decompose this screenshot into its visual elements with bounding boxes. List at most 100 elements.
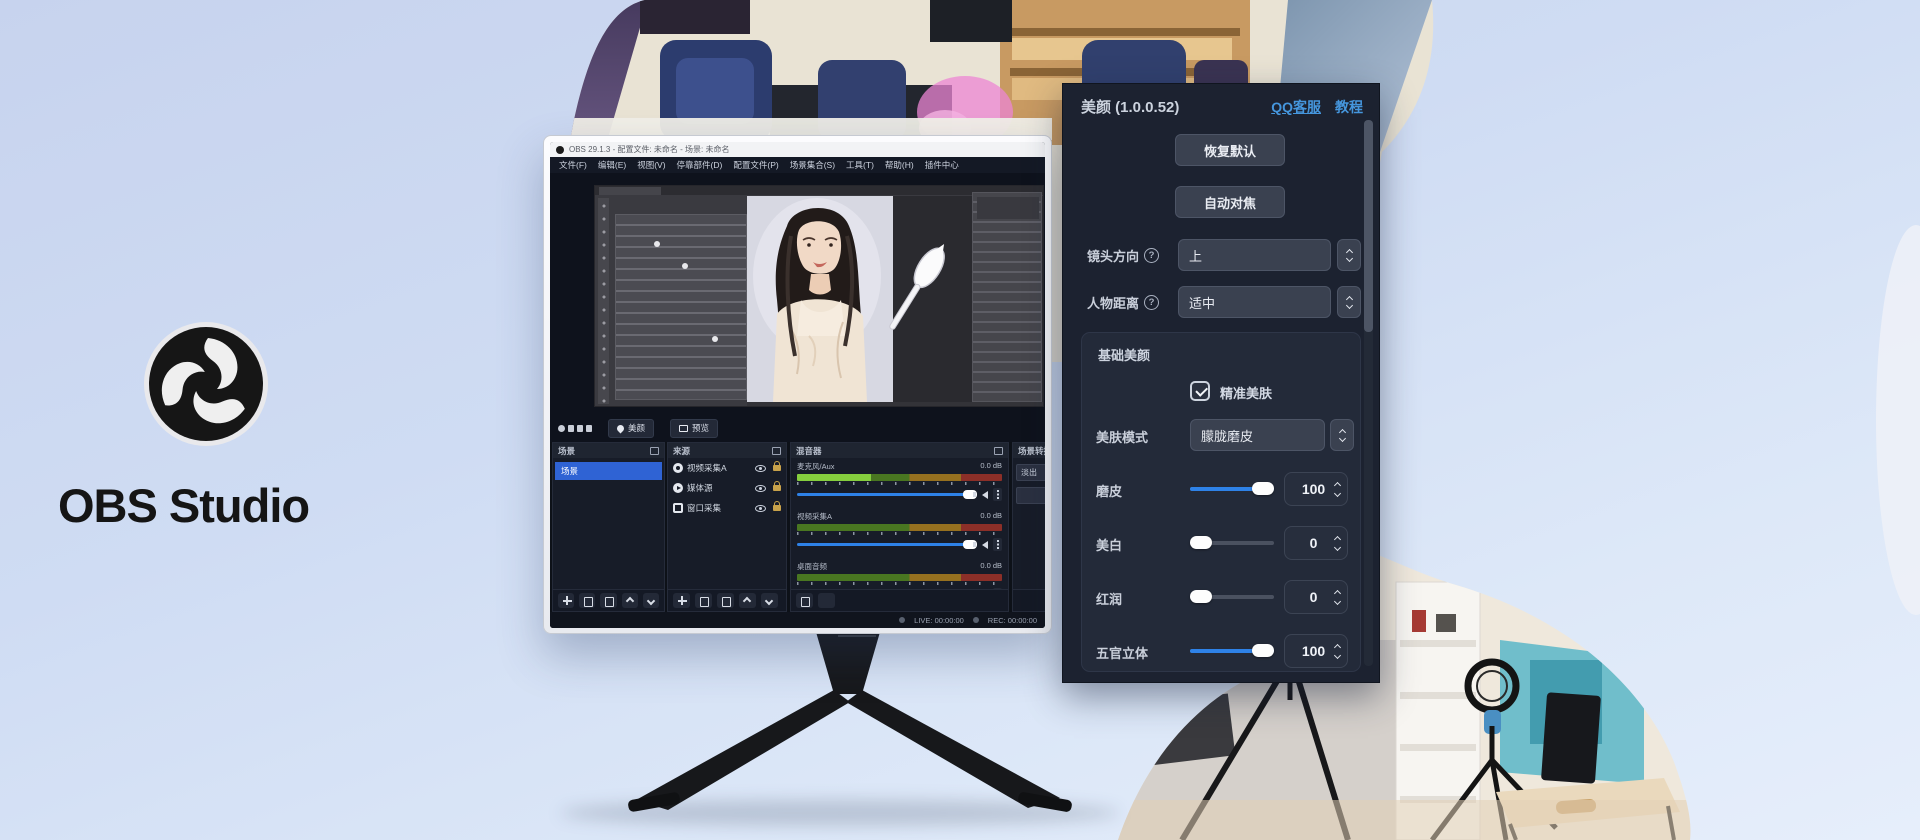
slider-handle[interactable]	[1190, 536, 1212, 549]
mixer-dock-header[interactable]: 混音器	[791, 443, 1008, 458]
panel-scrollbar-thumb[interactable]	[1364, 120, 1373, 332]
camera-direction-stepper[interactable]	[1337, 239, 1361, 271]
face-3d-stepper[interactable]: 100	[1284, 634, 1348, 668]
scene-down-button[interactable]	[643, 593, 659, 608]
subject-distance-select[interactable]: 适中	[1178, 286, 1331, 318]
scene-name: 场景	[561, 465, 578, 477]
window-capture-icon	[673, 503, 683, 513]
slider-handle[interactable]	[1252, 644, 1274, 657]
basic-beauty-title: 基础美颜	[1098, 345, 1150, 364]
scene-filters-button[interactable]	[600, 593, 616, 608]
skin-mode-select[interactable]: 朦胧磨皮	[1190, 419, 1325, 451]
menu-view[interactable]: 视图(V)	[637, 159, 665, 171]
visibility-icon[interactable]	[755, 505, 766, 512]
source-row-media[interactable]: 媒体源	[668, 478, 786, 498]
precise-skin-checkbox[interactable]	[1190, 381, 1210, 401]
smoothing-stepper[interactable]: 100	[1284, 472, 1348, 506]
restore-defaults-button[interactable]: 恢复默认	[1175, 134, 1285, 166]
volume-slider[interactable]	[797, 493, 977, 496]
menu-docks[interactable]: 停靠部件(D)	[677, 159, 723, 171]
source-up-button[interactable]	[739, 593, 756, 608]
menu-tools[interactable]: 工具(T)	[846, 159, 874, 171]
source-down-button[interactable]	[761, 593, 778, 608]
beauty-plugin-panel: 美颜 (1.0.0.52) QQ客服 教程 恢复默认 自动对焦 镜头方向 ? 上…	[1062, 83, 1380, 683]
meter-ticks	[797, 482, 1002, 485]
mixer-advanced-button[interactable]	[818, 593, 835, 608]
help-icon[interactable]: ?	[1144, 248, 1159, 263]
scenes-dock-header[interactable]: 场景	[553, 443, 664, 458]
whitening-slider[interactable]	[1190, 541, 1274, 545]
add-source-button[interactable]	[673, 593, 690, 608]
add-scene-button[interactable]	[558, 593, 574, 608]
help-icon[interactable]: ?	[1144, 295, 1159, 310]
sources-dock-header[interactable]: 来源	[668, 443, 786, 458]
skin-mode-stepper[interactable]	[1330, 419, 1354, 451]
transition-select[interactable]: 淡出	[1016, 464, 1045, 481]
chevron-up-icon[interactable]	[1334, 589, 1341, 596]
mixer-toolbar	[791, 589, 1008, 611]
lock-icon[interactable]	[773, 485, 781, 491]
dock-popout-icon[interactable]	[650, 447, 659, 455]
menu-profile[interactable]: 配置文件(P)	[733, 159, 778, 171]
mixer-settings-button[interactable]	[796, 593, 813, 608]
whitening-stepper[interactable]: 0	[1284, 526, 1348, 560]
visibility-icon[interactable]	[755, 465, 766, 472]
remove-source-button[interactable]	[695, 593, 712, 608]
chevron-up-icon[interactable]	[1334, 481, 1341, 488]
media-source-icon	[673, 483, 683, 493]
visibility-icon[interactable]	[755, 485, 766, 492]
chevron-up-icon[interactable]	[1334, 643, 1341, 650]
scene-list-item[interactable]: 场景	[555, 462, 662, 480]
chevron-down-icon	[1338, 434, 1345, 441]
autofocus-button[interactable]: 自动对焦	[1175, 186, 1285, 218]
panel-scrollbar[interactable]	[1364, 120, 1373, 666]
chevron-down-icon	[1345, 301, 1352, 308]
subject-distance-stepper[interactable]	[1337, 286, 1361, 318]
transition-duration[interactable]	[1016, 487, 1045, 504]
menu-edit[interactable]: 编辑(E)	[598, 159, 626, 171]
rosy-stepper[interactable]: 0	[1284, 580, 1348, 614]
tutorial-link[interactable]: 教程	[1335, 97, 1363, 117]
source-row-video-capture[interactable]: 视频采集A	[668, 458, 786, 478]
channel-menu-button[interactable]	[993, 488, 1002, 501]
preview-quick-button[interactable]: 预览	[670, 419, 718, 438]
transitions-dock-header[interactable]: 场景转换	[1013, 443, 1045, 458]
channel-menu-button[interactable]	[993, 588, 1002, 589]
pin-icon	[616, 423, 626, 433]
dock-popout-icon[interactable]	[772, 447, 781, 455]
slider-handle[interactable]	[1190, 590, 1212, 603]
beauty-quick-button[interactable]: 美颜	[608, 419, 654, 438]
menu-plugin-center[interactable]: 插件中心	[925, 159, 959, 171]
chevron-down-icon[interactable]	[1334, 651, 1341, 658]
slider-handle[interactable]	[1252, 482, 1274, 495]
face-3d-slider[interactable]	[1190, 649, 1274, 653]
camera-direction-select[interactable]: 上	[1178, 239, 1331, 271]
chevron-up-icon[interactable]	[1334, 535, 1341, 542]
transitions-dock: 场景转换 淡出	[1012, 442, 1045, 612]
scene-up-button[interactable]	[622, 593, 638, 608]
channel-menu-button[interactable]	[993, 538, 1002, 551]
dock-popout-icon[interactable]	[994, 447, 1003, 455]
obs-menubar: 文件(F) 编辑(E) 视图(V) 停靠部件(D) 配置文件(P) 场景集合(S…	[550, 157, 1045, 173]
menu-scene-collection[interactable]: 场景集合(S)	[790, 159, 835, 171]
skin-mode-label: 美肤模式	[1096, 427, 1148, 446]
lock-icon[interactable]	[773, 465, 781, 471]
chevron-down-icon[interactable]	[1334, 597, 1341, 604]
smoothing-slider[interactable]	[1190, 487, 1274, 491]
chevron-down-icon[interactable]	[1334, 489, 1341, 496]
volume-slider[interactable]	[797, 543, 977, 546]
sources-dock-title: 来源	[673, 445, 690, 457]
source-row-window-capture[interactable]: 窗口采集	[668, 498, 786, 518]
remove-scene-button[interactable]	[579, 593, 595, 608]
source-properties-button[interactable]	[717, 593, 734, 608]
qq-support-link[interactable]: QQ客服	[1271, 97, 1321, 117]
editor-floating-panel	[615, 214, 747, 400]
menu-help[interactable]: 帮助(H)	[885, 159, 914, 171]
menu-file[interactable]: 文件(F)	[559, 159, 587, 171]
lock-icon[interactable]	[773, 505, 781, 511]
rosy-slider[interactable]	[1190, 595, 1274, 599]
speaker-icon[interactable]	[982, 541, 988, 549]
monitor-stand	[600, 630, 1100, 830]
speaker-icon[interactable]	[982, 491, 988, 499]
chevron-down-icon[interactable]	[1334, 543, 1341, 550]
